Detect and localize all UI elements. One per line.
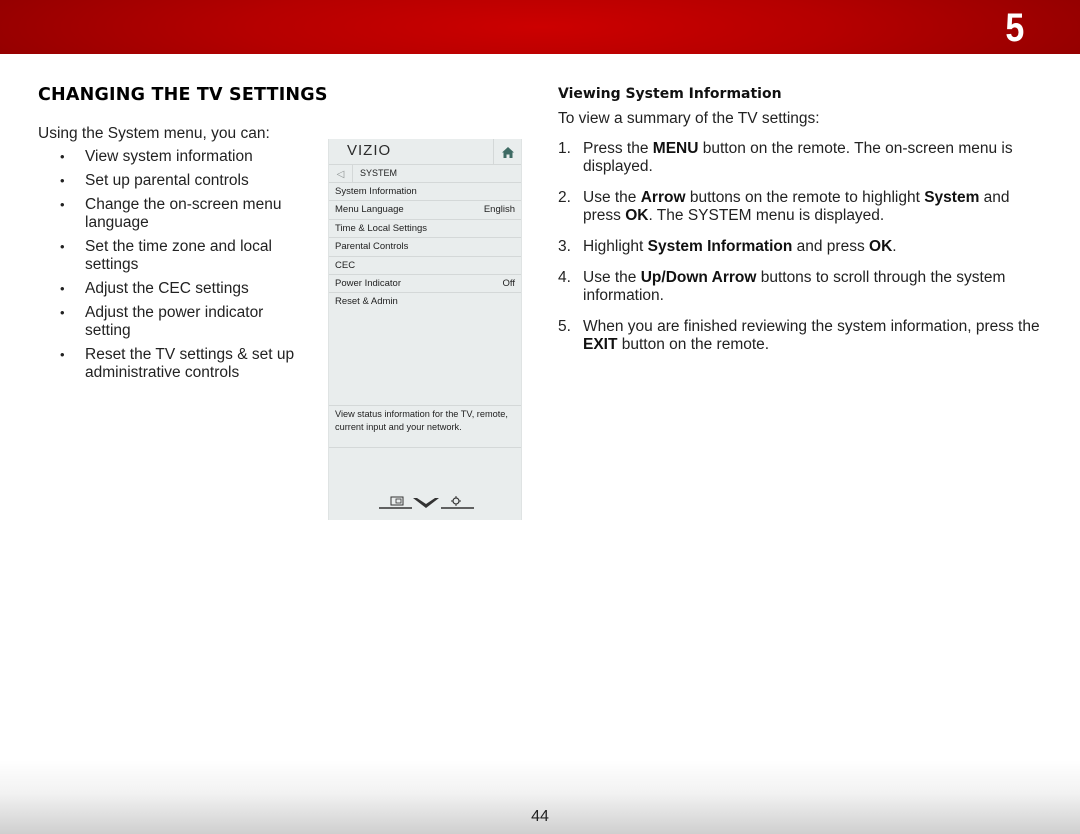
step-text: Use the	[583, 269, 641, 286]
feature-text: View system information	[85, 148, 253, 165]
bullet-icon: •	[60, 239, 65, 254]
feature-list-item: • Reset the TV settings & set up administ…	[38, 346, 308, 382]
step-keyword: Up/Down Arrow	[640, 269, 757, 286]
bullet-icon: •	[60, 197, 65, 212]
tv-menu-nav: ◁ SYSTEM	[329, 165, 521, 183]
vizio-v-icon[interactable]	[413, 498, 439, 508]
back-button[interactable]: ◁	[329, 165, 353, 183]
menu-item-time-local-settings[interactable]: Time & Local Settings	[329, 220, 521, 239]
lead-text: To view a summary of the TV settings:	[558, 110, 820, 127]
right-column: Viewing System Information To view a sum…	[558, 85, 1048, 367]
input-icon[interactable]	[379, 496, 412, 509]
step-text: . The SYSTEM menu is displayed.	[648, 207, 885, 224]
feature-list: • View system information • Set up parenta…	[38, 148, 328, 382]
settings-gear-icon[interactable]	[441, 496, 474, 509]
step-keyword: MENU	[652, 140, 699, 157]
feature-text: Set up parental controls	[85, 172, 249, 189]
step-text: When you are finished reviewing the syst…	[583, 318, 1040, 335]
feature-text: Adjust the power indicator setting	[85, 304, 264, 339]
left-column: CHANGING THE TV SETTINGS Using the Syste…	[38, 84, 328, 388]
menu-item-label: CEC	[335, 259, 356, 271]
feature-list-item: • View system information	[38, 148, 308, 166]
menu-item-label: Power Indicator	[335, 277, 402, 289]
step-text: .	[892, 238, 897, 255]
menu-section-label: SYSTEM	[360, 168, 398, 178]
menu-item-system-information[interactable]: System Information	[329, 183, 521, 202]
step-text: button on the remote.	[617, 336, 770, 353]
menu-item-label: Menu Language	[335, 204, 404, 216]
step-number: 5.	[558, 318, 571, 335]
step-keyword: EXIT	[583, 336, 618, 353]
step-item: 2. Use the Arrow buttons on the remote to…	[558, 189, 1048, 225]
step-item: 5. When you are finished reviewing the sy…	[558, 318, 1048, 354]
step-item: 3. Highlight System Information and press…	[558, 238, 1048, 256]
chapter-header-bar: 5	[0, 0, 1080, 54]
step-number: 2.	[558, 189, 571, 206]
page-number: 44	[531, 808, 549, 825]
feature-text: Set the time zone and local settings	[85, 238, 272, 273]
feature-list-item: • Adjust the CEC settings	[38, 280, 308, 298]
menu-item-description: View status information for the TV, remo…	[329, 405, 521, 448]
step-text: Use the	[583, 189, 641, 206]
menu-item-value: Off	[502, 277, 516, 289]
step-text: and press	[792, 238, 870, 255]
menu-item-label: Parental Controls	[335, 241, 409, 253]
step-number: 3.	[558, 238, 571, 255]
menu-item-value: English	[483, 204, 515, 216]
bullet-icon: •	[60, 281, 65, 296]
feature-text: Reset the TV settings & set up administr…	[85, 346, 295, 381]
step-text: Press the	[583, 140, 653, 157]
menu-item-parental-controls[interactable]: Parental Controls	[329, 238, 521, 257]
menu-item-label: System Information	[335, 186, 417, 197]
feature-list-item: • Set up parental controls	[38, 172, 308, 190]
feature-list-item: • Set the time zone and local settings	[38, 238, 308, 274]
tv-menu-top-bar: VIZIO	[329, 139, 521, 165]
bullet-icon: •	[60, 347, 65, 362]
step-item: 4. Use the Up/Down Arrow buttons to scrol…	[558, 269, 1048, 305]
bullet-icon: •	[60, 305, 65, 320]
step-keyword: Arrow	[640, 189, 686, 206]
step-keyword: OK	[869, 238, 893, 255]
menu-item-cec[interactable]: CEC	[329, 257, 521, 275]
step-keyword: System Information	[647, 238, 793, 255]
back-arrow-icon: ◁	[336, 168, 345, 180]
step-keyword: OK	[625, 207, 649, 224]
step-number: 1.	[558, 140, 571, 157]
menu-item-reset-admin[interactable]: Reset & Admin	[329, 293, 521, 311]
tv-menu-bottom-bar	[379, 495, 474, 511]
step-item: 1. Press the MENU button on the remote. T…	[558, 140, 1048, 176]
chapter-number: 5	[1005, 6, 1024, 50]
bullet-icon: •	[60, 173, 65, 188]
feature-list-item: • Change the on-screen menu language	[38, 196, 308, 232]
step-keyword: System	[924, 189, 980, 206]
section-title: CHANGING THE TV SETTINGS	[38, 85, 328, 105]
bullet-icon: •	[60, 149, 65, 164]
step-text: buttons on the remote to highlight	[685, 189, 925, 206]
tv-system-menu: VIZIO ◁ SYSTEM System Information Menu L…	[328, 139, 522, 520]
feature-list-item: • Adjust the power indicator setting	[38, 304, 308, 340]
subsection-title: Viewing System Information	[558, 86, 782, 102]
intro-text: Using the System menu, you can:	[38, 125, 270, 142]
feature-text: Change the on-screen menu language	[85, 196, 282, 231]
home-button[interactable]	[493, 139, 521, 165]
menu-item-power-indicator[interactable]: Power Indicator Off	[329, 275, 521, 294]
menu-item-menu-language[interactable]: Menu Language English	[329, 201, 521, 220]
steps-list: 1. Press the MENU button on the remote. T…	[558, 140, 1048, 354]
menu-item-label: Time & Local Settings	[335, 222, 428, 234]
tv-menu-items: System Information Menu Language English …	[329, 183, 521, 312]
home-icon	[501, 146, 514, 158]
step-text: Highlight	[583, 238, 648, 255]
step-number: 4.	[558, 269, 571, 286]
feature-text: Adjust the CEC settings	[85, 280, 249, 297]
vizio-logo: VIZIO	[347, 142, 392, 159]
menu-item-label: Reset & Admin	[335, 296, 398, 308]
